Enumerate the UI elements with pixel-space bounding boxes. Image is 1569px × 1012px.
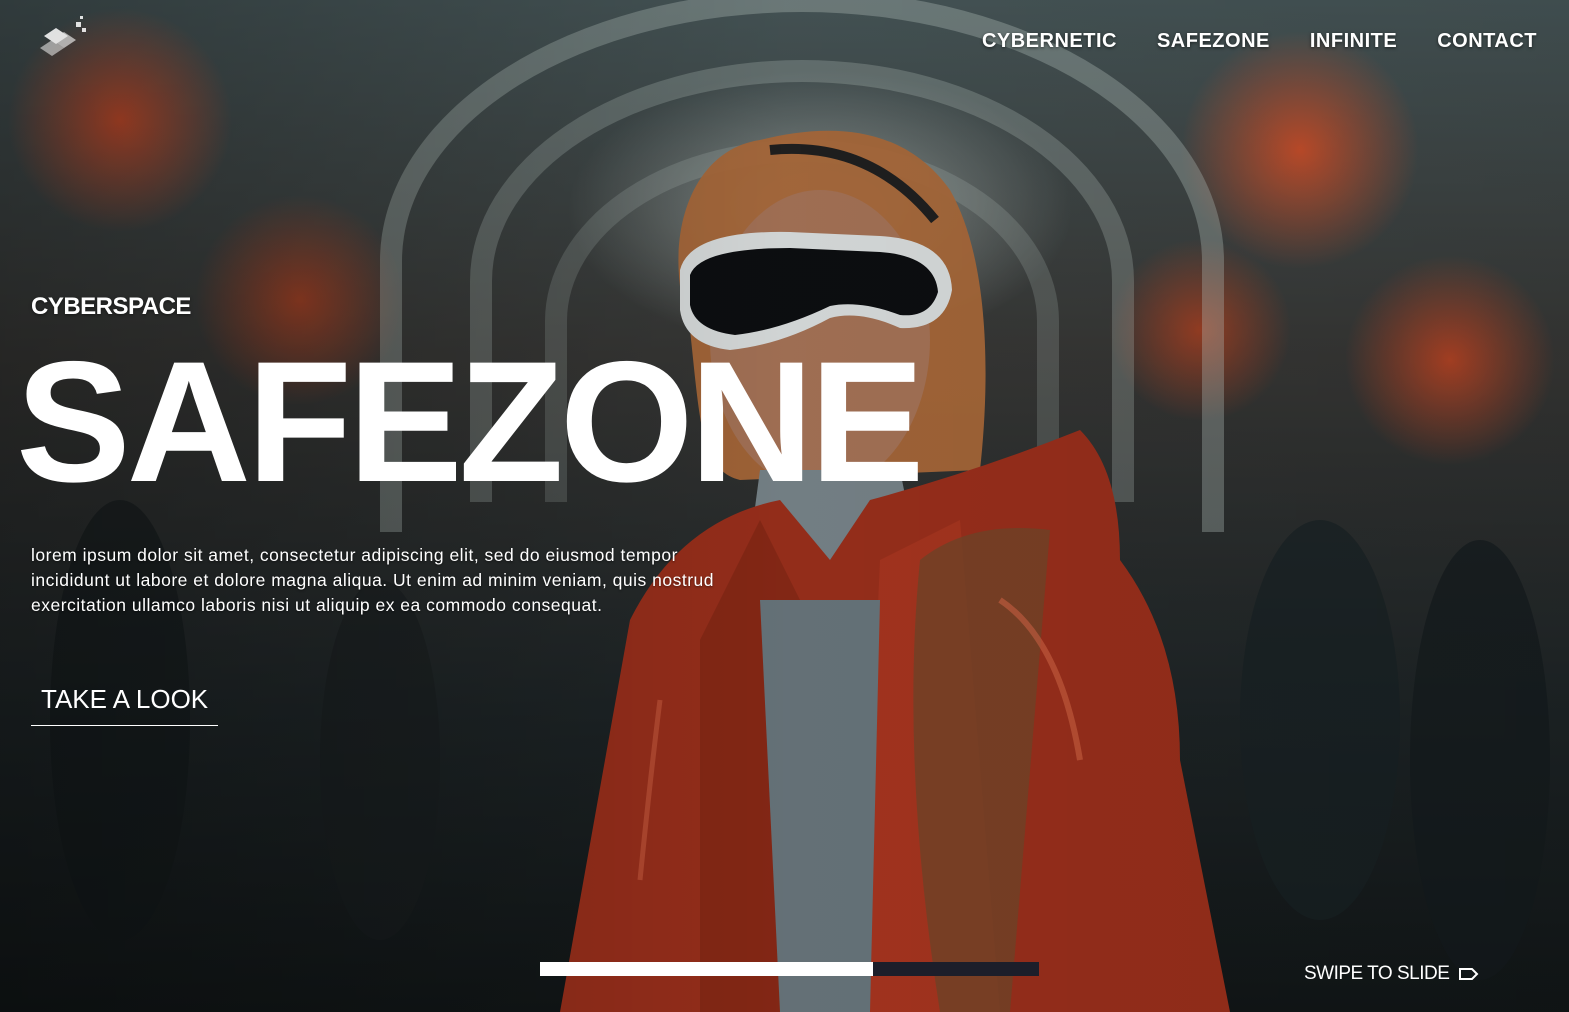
nav-link-contact[interactable]: CONTACT	[1437, 30, 1537, 53]
hero-headline: SAFEZONE	[16, 326, 925, 518]
diamond-cube-logo-icon	[40, 16, 86, 56]
brand-logo[interactable]	[38, 14, 88, 62]
main-nav: CYBERNETIC SAFEZONE INFINITE CONTACT	[982, 30, 1537, 53]
slide-progress-fill	[540, 962, 873, 976]
tag-arrow-icon	[1459, 968, 1479, 980]
hero-description: lorem ipsum dolor sit amet, consectetur …	[31, 545, 715, 615]
swipe-to-slide[interactable]: SWIPE TO SLIDE	[1304, 963, 1479, 985]
nav-link-infinite[interactable]: INFINITE	[1310, 30, 1397, 53]
hero-kicker: CYBERSPACE	[31, 293, 191, 320]
swipe-label: SWIPE TO SLIDE	[1304, 963, 1450, 984]
hero-section: CYBERNETIC SAFEZONE INFINITE CONTACT CYB…	[0, 0, 1569, 1012]
nav-link-cybernetic[interactable]: CYBERNETIC	[982, 30, 1117, 53]
nav-link-safezone[interactable]: SAFEZONE	[1157, 30, 1270, 53]
slide-progress-bar[interactable]	[540, 962, 1039, 976]
take-a-look-button[interactable]: TAKE A LOOK	[31, 684, 219, 726]
